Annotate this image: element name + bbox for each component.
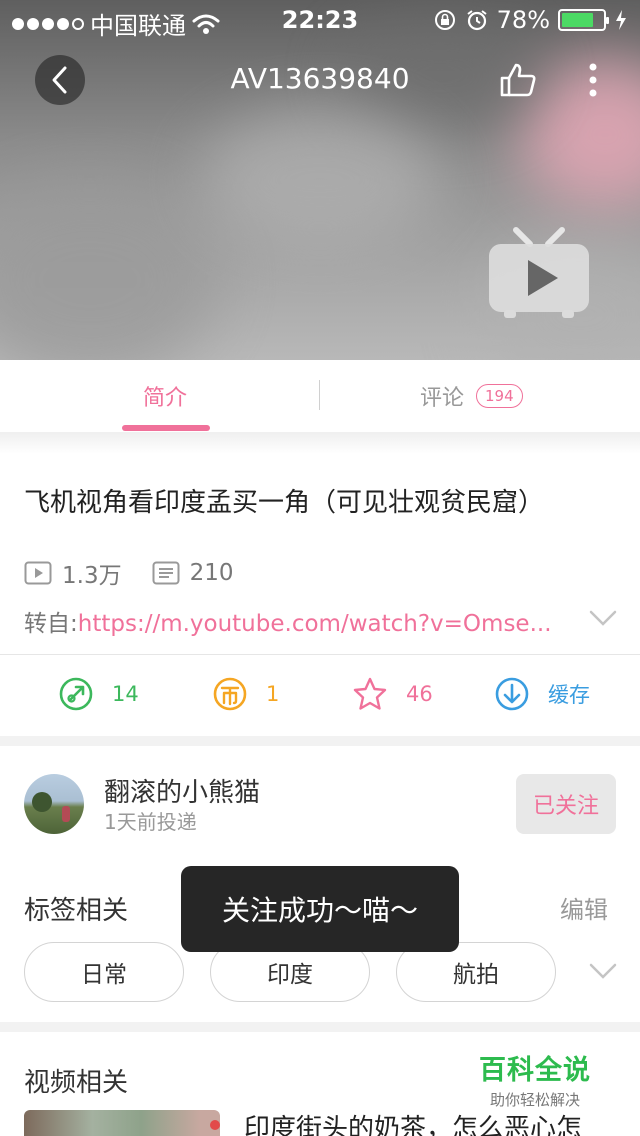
battery-level [562,13,594,27]
download-label: 缓存 [548,683,590,707]
danmaku-icon [152,561,180,585]
watermark-logo: 百科全说 助你轻松解决 [470,1048,600,1110]
coin-button[interactable]: 1 [212,676,279,712]
more-vertical-icon[interactable] [578,60,608,100]
divider [0,654,640,655]
edit-tags-button[interactable]: 编辑 [560,890,608,925]
toast-message: 关注成功～喵～ [181,866,459,952]
view-count: 1.3万 [62,563,122,589]
video-title: 飞机视角看印度孟买一角（可见壮观贫民窟） [24,488,545,518]
alarm-icon [467,10,487,31]
battery-icon [558,9,609,31]
tab-shadow [0,432,640,454]
section-divider [0,1022,640,1032]
avatar[interactable] [24,774,84,834]
related-video-title[interactable]: 印度街头的奶茶，怎么恶心怎 [244,1108,624,1136]
source-prefix: 转自: [24,611,78,637]
tab-bar: 简介 评论 194 [0,360,640,432]
related-heading: 视频相关 [24,1068,129,1098]
source-link[interactable]: https://m.youtube.com/watch?v=Omse... [78,611,552,637]
video-blur-region [0,180,220,360]
download-button[interactable]: 缓存 [494,676,590,712]
action-bar: 14 1 46 缓存 [0,656,640,736]
status-bar: 中国联通 22:23 78% [0,0,640,40]
chevron-down-icon[interactable] [588,960,618,982]
status-right: 78% [433,6,628,34]
share-count: 14 [112,682,139,706]
uploader-name[interactable]: 翻滚的小熊猫 [104,772,260,809]
thumbs-up-icon[interactable] [498,60,538,100]
chevron-down-icon[interactable] [588,607,618,629]
star-icon [353,677,387,710]
danmaku-count: 210 [189,560,234,586]
video-player[interactable]: 中国联通 22:23 78% AV13639840 [0,0,640,360]
play-count-icon [24,561,52,585]
video-id-title: AV13639840 [230,62,410,95]
video-source: 转自:https://m.youtube.com/watch?v=Omse... [24,604,584,638]
tag-pill[interactable]: 日常 [24,942,184,1002]
share-button[interactable]: 14 [58,676,139,712]
rotation-lock-icon [434,10,455,30]
back-button[interactable] [35,55,85,105]
tab-comments[interactable]: 评论 194 [420,380,523,412]
watermark-main: 百科全说 [479,1055,591,1086]
chevron-left-icon [52,66,67,94]
favorite-button[interactable]: 46 [352,676,433,712]
coin-count: 1 [266,682,280,706]
tab-active-indicator [122,425,210,431]
upload-time: 1天前投递 [104,810,197,834]
tab-intro[interactable]: 简介 [100,380,230,412]
follow-button[interactable]: 已关注 [516,774,616,834]
charging-icon [616,10,626,30]
tags-heading: 标签相关 [24,896,129,926]
download-icon [495,677,529,711]
battery-percent: 78% [496,6,550,34]
favorite-count: 46 [406,682,433,706]
watermark-sub: 助你轻松解决 [489,1091,580,1109]
video-stats: 1.3万 210 [24,556,233,590]
tab-divider [319,380,320,410]
tab-comments-label: 评论 [420,386,465,411]
related-video-thumbnail[interactable] [24,1110,220,1136]
video-blur-region [200,110,440,250]
comment-count-badge: 194 [476,384,523,408]
coin-icon [213,677,247,711]
play-tv-icon[interactable] [486,226,592,320]
section-divider [0,736,640,746]
share-icon [59,677,93,711]
